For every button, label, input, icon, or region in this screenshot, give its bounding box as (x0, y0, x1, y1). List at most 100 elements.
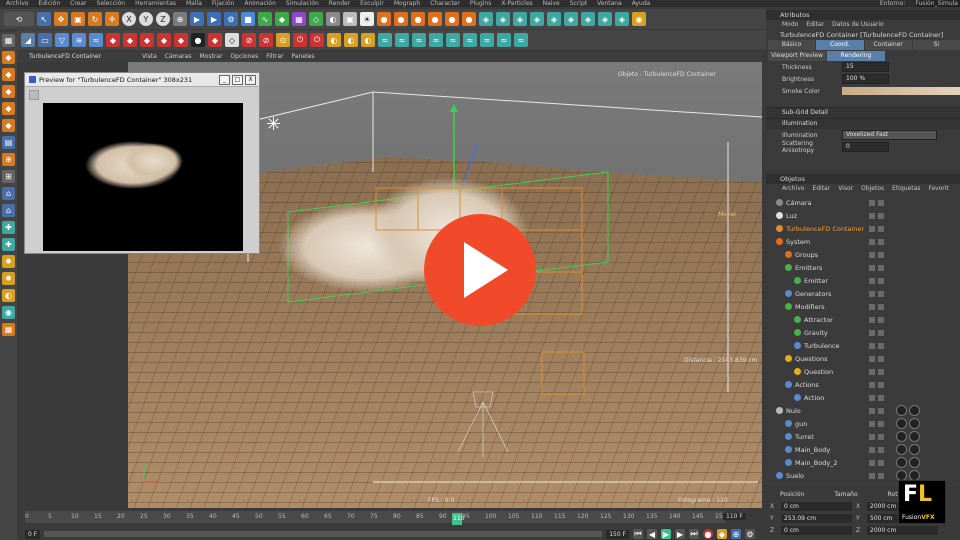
model-mode-icon[interactable]: ◆ (2, 51, 15, 64)
maximize-button[interactable]: □ (232, 74, 243, 85)
attr-subtab-1[interactable]: Rendering (827, 51, 885, 61)
end-frame-field[interactable]: 150 F (606, 529, 629, 539)
brush-icon[interactable]: ● (191, 33, 205, 47)
xp-group-icon[interactable]: ● (411, 12, 425, 26)
slide-icon[interactable]: ⊘ (242, 33, 256, 47)
keyframe-selection-icon[interactable]: ⊕ (731, 529, 741, 539)
object-row[interactable]: Cámara (766, 196, 960, 209)
object-row[interactable]: Modifiers (766, 300, 960, 313)
play-forward-icon[interactable]: ▶ (661, 529, 671, 539)
xp-vortex-icon[interactable]: ≈ (446, 33, 460, 47)
object-row[interactable]: Emitters (766, 261, 960, 274)
attr-tab-2[interactable]: Container (864, 40, 912, 50)
attributes-menu-2[interactable]: Datos de Usuario (832, 20, 884, 30)
menu-item-13[interactable]: Plugins (470, 0, 492, 7)
subgrid-detail-section[interactable]: Sub-Grid Detail (766, 107, 960, 118)
illumination-section[interactable]: Illumination (766, 118, 960, 129)
xp-quick-system-icon[interactable]: ✚ (2, 238, 15, 251)
attr-tab-0[interactable]: Básico (768, 40, 816, 50)
object-tags[interactable] (896, 457, 920, 468)
workplane-icon[interactable]: ⏻ (310, 33, 324, 47)
xp-quick-geo-icon[interactable]: ▦ (2, 323, 15, 336)
next-frame-icon[interactable]: ▶ (675, 529, 685, 539)
object-row[interactable]: Attractor (766, 313, 960, 326)
menu-item-8[interactable]: Simulación (286, 0, 319, 7)
xp-sound-icon[interactable]: ≈ (514, 33, 528, 47)
menu-item-2[interactable]: Crear (70, 0, 86, 7)
object-row[interactable]: Luz (766, 209, 960, 222)
xp-scale-icon[interactable]: ≈ (497, 33, 511, 47)
xp-flock-icon[interactable]: ≈ (395, 33, 409, 47)
render-settings-icon[interactable]: ⚙ (224, 12, 238, 26)
object-flags[interactable] (869, 329, 884, 336)
knife-icon[interactable]: ◆ (140, 33, 154, 47)
object-row[interactable]: Generators (766, 287, 960, 300)
enable-axis-icon[interactable]: ⊕ (2, 153, 15, 166)
menu-item-10[interactable]: Esculpir (360, 0, 384, 7)
range-slider[interactable] (44, 531, 603, 537)
xp-skinner-icon[interactable]: ● (462, 12, 476, 26)
object-flags[interactable] (869, 251, 884, 258)
scattering-field[interactable]: 0 (842, 142, 889, 152)
object-row[interactable]: System (766, 235, 960, 248)
objects-menu-1[interactable]: Editar (812, 184, 830, 194)
object-tags[interactable] (896, 405, 920, 416)
viewport-menu-4[interactable]: Filtrar (266, 52, 283, 62)
illumination-dropdown[interactable]: Voxelized Fast (842, 130, 937, 140)
menu-item-18[interactable]: Ayuda (632, 0, 651, 7)
texture-icon[interactable]: ◐ (344, 33, 358, 47)
xp-physical-icon[interactable]: ≈ (378, 33, 392, 47)
xp-trail-icon[interactable]: ◈ (564, 12, 578, 26)
edges-mode-icon[interactable]: ◆ (2, 119, 15, 132)
object-row[interactable]: gun (766, 417, 960, 430)
render-view-icon[interactable]: ▶ (207, 12, 221, 26)
cube-icon[interactable]: ■ (241, 12, 255, 26)
menu-item-1[interactable]: Edición (38, 0, 60, 7)
xp-constraint-icon[interactable]: ◈ (598, 12, 612, 26)
preview-window[interactable]: Preview for "TurbulenceFD Container" 308… (24, 72, 260, 254)
xp-question-icon[interactable]: ◈ (496, 12, 510, 26)
attr-tab-1[interactable]: Coord. (816, 40, 864, 50)
position-x-field[interactable]: 0 cm (781, 501, 852, 511)
points-mode-icon[interactable]: ◆ (2, 102, 15, 115)
ring-select-icon[interactable]: ≈ (89, 33, 103, 47)
menu-item-7[interactable]: Animación (244, 0, 276, 7)
camera-icon[interactable]: ▣ (343, 12, 357, 26)
object-row[interactable]: Turret (766, 430, 960, 443)
nurbs-icon[interactable]: ◆ (275, 12, 289, 26)
thickness-field[interactable]: 15 (842, 62, 889, 72)
make-editable-icon[interactable]: ▦ (2, 34, 15, 47)
xp-generator-icon[interactable]: ● (428, 12, 442, 26)
viewport-menu-3[interactable]: Opciones (230, 52, 258, 62)
extrude-icon[interactable]: ◆ (123, 33, 137, 47)
object-flags[interactable] (869, 407, 884, 414)
snap-icon[interactable]: ⊙ (276, 33, 290, 47)
object-flags[interactable] (869, 381, 884, 388)
object-row[interactable]: Nulo (766, 404, 960, 417)
uv-icon[interactable]: ◐ (361, 33, 375, 47)
object-row[interactable]: TurbulenceFD Container (766, 222, 960, 235)
xp-speed-icon[interactable]: ≈ (480, 33, 494, 47)
first-frame-icon[interactable]: ⏮ (633, 529, 643, 539)
xp-quick-skin-icon[interactable]: ◐ (2, 289, 15, 302)
position-y-field[interactable]: 253.09 cm (781, 513, 852, 523)
lasso-icon[interactable]: ◢ (21, 33, 35, 47)
object-row[interactable]: Gravity (766, 326, 960, 339)
polygons-mode-icon[interactable]: ▤ (2, 136, 15, 149)
record-icon[interactable]: ● (703, 529, 713, 539)
xp-tag-icon[interactable]: ◈ (530, 12, 544, 26)
menu-item-16[interactable]: Script (570, 0, 587, 7)
axis-z-button[interactable]: Z (156, 12, 170, 26)
lock-icon[interactable]: ⌂ (2, 204, 15, 217)
viewport-menu-1[interactable]: Cámaras (165, 52, 192, 62)
render-region-icon[interactable]: ▶ (190, 12, 204, 26)
menu-item-14[interactable]: X-Particles (501, 0, 532, 7)
texture-mode-icon[interactable]: ◆ (2, 68, 15, 81)
object-row[interactable]: Groups (766, 248, 960, 261)
menu-item-15[interactable]: Naive (543, 0, 560, 7)
autokey-icon[interactable]: ◆ (717, 529, 727, 539)
rect-select-icon[interactable]: ▭ (38, 33, 52, 47)
menu-item-12[interactable]: Character (430, 0, 460, 7)
last-frame-icon[interactable]: ⏭ (689, 529, 699, 539)
preview-menu-icon[interactable] (29, 90, 39, 100)
